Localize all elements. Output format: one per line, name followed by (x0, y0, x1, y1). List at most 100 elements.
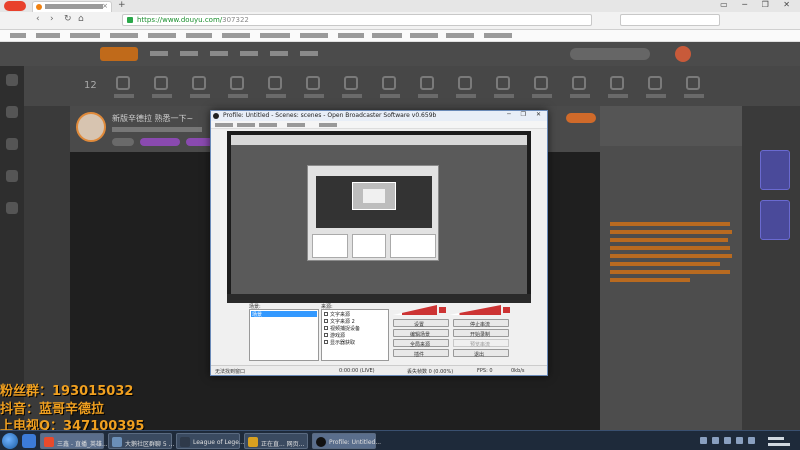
stop-stream-button[interactable]: 停止串流 (453, 319, 509, 328)
source-checkbox[interactable] (324, 340, 328, 344)
scenes-list[interactable]: 场景 (249, 309, 319, 361)
tray-icon[interactable] (712, 437, 719, 444)
pinned-app-icon[interactable] (22, 434, 36, 448)
browser-search-input[interactable] (620, 14, 720, 26)
bookmark-item[interactable] (70, 33, 100, 38)
bookmark-item[interactable] (372, 33, 402, 38)
category-icon[interactable] (268, 76, 282, 90)
home-button[interactable]: ⌂ (78, 14, 84, 24)
back-button[interactable]: ‹ (36, 14, 40, 24)
douyu-logo[interactable] (100, 47, 138, 61)
plugins-button[interactable]: 插件 (393, 349, 449, 358)
source-item[interactable]: 游戏源 (324, 332, 345, 339)
taskbar-task[interactable]: League of Lege... (176, 433, 245, 449)
streamer-avatar[interactable] (76, 112, 106, 142)
tray-icon[interactable] (736, 437, 743, 444)
room-tag[interactable] (140, 138, 180, 146)
category-icon[interactable] (648, 76, 662, 90)
site-search-input[interactable] (570, 48, 650, 60)
bookmark-item[interactable] (10, 33, 26, 38)
obs-titlebar[interactable]: Profile: Untitled - Scenes: scenes - Ope… (211, 111, 547, 121)
source-item[interactable]: 显示器获取 (324, 339, 355, 346)
desktop-volume-meter[interactable] (449, 305, 501, 315)
obs-menu-item[interactable] (215, 123, 233, 127)
volume-icon[interactable] (503, 307, 510, 313)
tray-icon[interactable] (748, 437, 755, 444)
category-icon[interactable] (610, 76, 624, 90)
bookmark-item[interactable] (300, 33, 328, 38)
category-icon[interactable] (458, 76, 472, 90)
obs-window-controls[interactable]: ─ ❐ ✕ (507, 111, 545, 118)
rail-item[interactable] (6, 170, 18, 182)
source-checkbox[interactable] (324, 333, 328, 337)
bookmark-item[interactable] (110, 33, 138, 38)
start-orb-icon[interactable] (2, 433, 18, 449)
category-icon[interactable] (192, 76, 206, 90)
tab-active[interactable]: × (32, 1, 112, 12)
site-nav[interactable] (150, 51, 330, 56)
sources-list[interactable]: 文字来源 文字来源 2 视频捕捉设备 游戏源 显示器获取 (321, 309, 389, 361)
bookmark-item[interactable] (410, 33, 438, 38)
source-item[interactable]: 文字来源 2 (324, 318, 355, 325)
room-tag[interactable] (112, 138, 134, 146)
rail-item[interactable] (6, 138, 18, 150)
tray-icon[interactable] (700, 437, 707, 444)
taskbar-task[interactable]: 正在直... 网页... (244, 433, 308, 449)
mic-icon[interactable] (439, 307, 446, 313)
mic-volume-meter[interactable] (393, 305, 437, 315)
category-icon[interactable] (344, 76, 358, 90)
system-clock[interactable] (764, 435, 794, 447)
gift-card[interactable] (760, 150, 790, 190)
obs-menu-item[interactable] (287, 123, 305, 127)
obs-menu-item[interactable] (319, 123, 337, 127)
bookmark-item[interactable] (446, 33, 474, 38)
source-item[interactable]: 文字来源 (324, 311, 350, 318)
tab-close-icon[interactable]: × (102, 2, 108, 10)
gift-card[interactable] (760, 200, 790, 240)
start-recording-button[interactable]: 开始录制 (453, 329, 509, 338)
category-icon[interactable] (382, 76, 396, 90)
source-checkbox[interactable] (324, 312, 328, 316)
scene-item[interactable]: 场景 (252, 311, 262, 318)
preview-stream-button[interactable]: 预览串流 (453, 339, 509, 348)
bookmark-item[interactable] (222, 33, 250, 38)
rail-item[interactable] (6, 106, 18, 118)
window-controls[interactable]: ▭ ─ ❐ ✕ (720, 0, 796, 9)
bookmark-item[interactable] (260, 33, 290, 38)
obs-menu-item[interactable] (237, 123, 255, 127)
reload-button[interactable]: ↻ (64, 14, 72, 24)
category-icon[interactable] (572, 76, 586, 90)
browser-logo-icon[interactable] (4, 1, 26, 11)
bookmark-item[interactable] (36, 33, 60, 38)
category-icon[interactable] (116, 76, 130, 90)
global-sources-button[interactable]: 全局来源 (393, 339, 449, 348)
source-checkbox[interactable] (324, 319, 328, 323)
settings-button[interactable]: 设置 (393, 319, 449, 328)
category-icon[interactable] (230, 76, 244, 90)
bookmark-item[interactable] (484, 33, 512, 38)
bookmark-item[interactable] (338, 33, 364, 38)
obs-menu-item[interactable] (259, 123, 277, 127)
obs-preview[interactable] (227, 131, 531, 303)
user-avatar[interactable] (675, 46, 691, 62)
forward-button[interactable]: › (50, 14, 54, 24)
edit-scene-button[interactable]: 编辑场景 (393, 329, 449, 338)
source-checkbox[interactable] (324, 326, 328, 330)
category-icon[interactable] (496, 76, 510, 90)
category-icon[interactable] (154, 76, 168, 90)
address-bar[interactable]: https://www.douyu.com/307322 (122, 14, 592, 26)
tray-icon[interactable] (724, 437, 731, 444)
rail-item[interactable] (6, 202, 18, 214)
bookmark-item[interactable] (186, 33, 212, 38)
source-item[interactable]: 视频捕捉设备 (324, 325, 360, 332)
category-icon[interactable] (534, 76, 548, 90)
category-icon[interactable] (306, 76, 320, 90)
category-icon[interactable] (686, 76, 700, 90)
follow-button[interactable] (566, 113, 596, 123)
taskbar-task[interactable]: Profile: Untitled... (312, 433, 381, 449)
new-tab-button[interactable]: + (118, 0, 126, 10)
rail-item[interactable] (6, 74, 18, 86)
bookmark-item[interactable] (148, 33, 176, 38)
taskbar-task[interactable]: 大鹅社区群聊 5 ... (108, 433, 174, 449)
taskbar-task[interactable]: 三鑫 - 直播_英雄... (40, 433, 108, 449)
